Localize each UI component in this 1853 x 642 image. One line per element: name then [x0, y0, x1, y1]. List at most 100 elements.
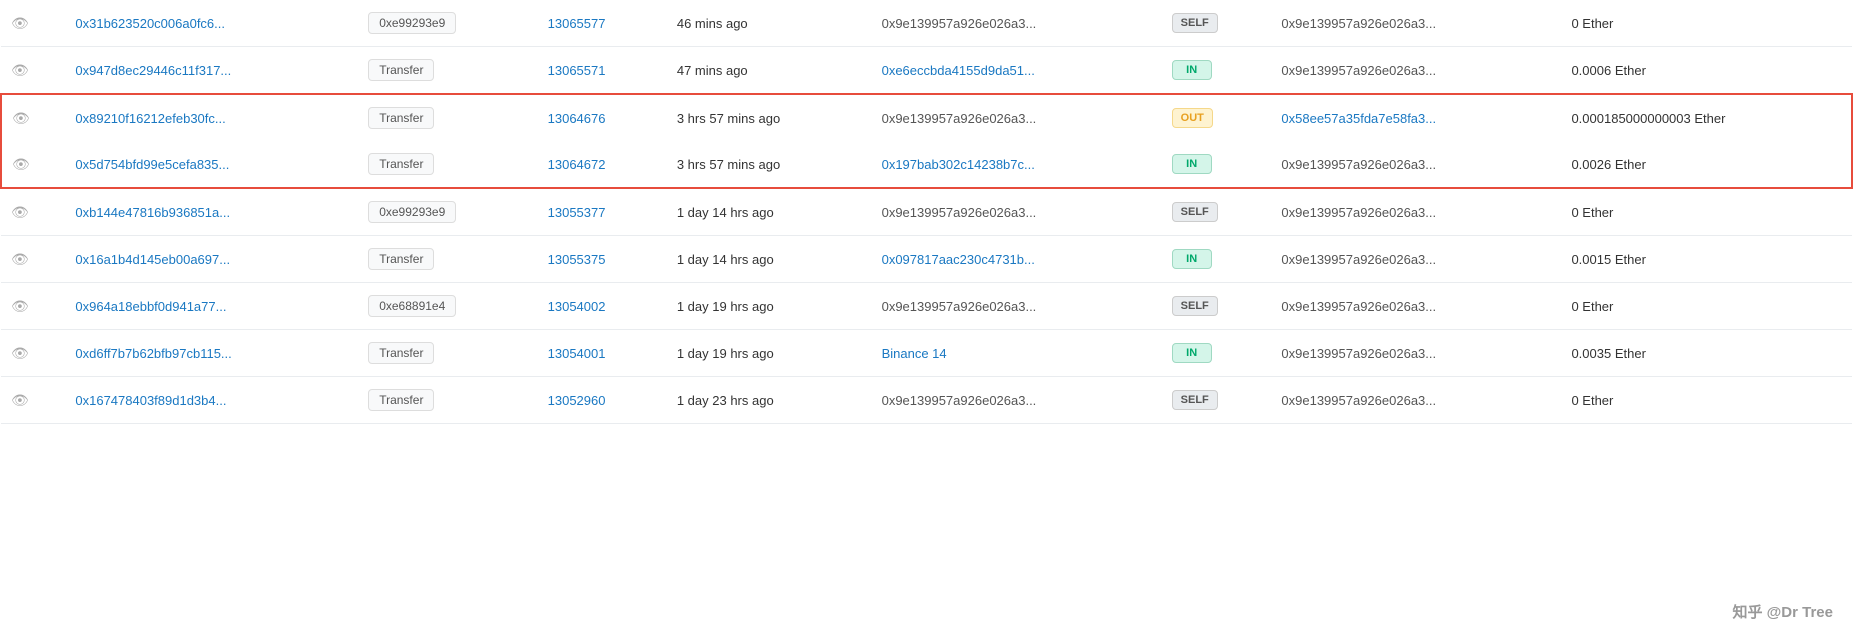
block-cell[interactable]: 13055375 [538, 236, 667, 283]
block-number[interactable]: 13054002 [548, 299, 606, 314]
age-text: 3 hrs 57 mins ago [677, 111, 780, 126]
from-address[interactable]: 0x097817aac230c4731b... [882, 252, 1035, 267]
block-cell[interactable]: 13065571 [538, 47, 667, 95]
to-address: 0x9e139957a926e026a3... [1281, 299, 1436, 314]
tx-hash-cell[interactable]: 0x947d8ec29446c11f317... [65, 47, 358, 95]
block-cell[interactable]: 13054002 [538, 283, 667, 330]
eye-icon[interactable]: 👁 [12, 110, 30, 126]
block-number[interactable]: 13052960 [548, 393, 606, 408]
direction-badge: SELF [1172, 202, 1218, 222]
eye-icon[interactable]: 👁 [12, 156, 30, 172]
value-text: 0.0006 Ether [1571, 63, 1645, 78]
tx-hash-link[interactable]: 0x5d754bfd99e5cefa835... [75, 157, 229, 172]
value-text: 0.0035 Ether [1571, 346, 1645, 361]
from-cell: 0x9e139957a926e026a3... [872, 283, 1162, 330]
tx-hash-cell[interactable]: 0x964a18ebbf0d941a77... [65, 283, 358, 330]
from-address[interactable]: 0x197bab302c14238b7c... [882, 157, 1035, 172]
value-cell: 0 Ether [1561, 0, 1852, 47]
direction-cell: SELF [1162, 377, 1272, 424]
eye-icon[interactable]: 👁 [11, 62, 29, 78]
eye-cell[interactable]: 👁 [1, 141, 65, 188]
tx-hash-link[interactable]: 0x964a18ebbf0d941a77... [75, 299, 226, 314]
tx-hash-cell[interactable]: 0x16a1b4d145eb00a697... [65, 236, 358, 283]
tx-hash-link[interactable]: 0x89210f16212efeb30fc... [75, 111, 225, 126]
block-cell[interactable]: 13064676 [538, 94, 667, 141]
eye-cell[interactable]: 👁 [1, 236, 65, 283]
eye-icon[interactable]: 👁 [11, 345, 29, 361]
eye-cell[interactable]: 👁 [1, 330, 65, 377]
tx-hash-link[interactable]: 0x947d8ec29446c11f317... [75, 63, 231, 78]
tx-hash-link[interactable]: 0x16a1b4d145eb00a697... [75, 252, 230, 267]
tx-hash-cell[interactable]: 0x167478403f89d1d3b4... [65, 377, 358, 424]
block-number[interactable]: 13064676 [548, 111, 606, 126]
direction-badge: SELF [1172, 390, 1218, 410]
age-cell: 46 mins ago [667, 0, 872, 47]
to-cell: 0x9e139957a926e026a3... [1271, 330, 1561, 377]
age-text: 1 day 23 hrs ago [677, 393, 774, 408]
eye-icon[interactable]: 👁 [11, 204, 29, 220]
tx-hash-link[interactable]: 0x167478403f89d1d3b4... [75, 393, 226, 408]
age-text: 1 day 14 hrs ago [677, 252, 774, 267]
age-text: 3 hrs 57 mins ago [677, 157, 780, 172]
block-cell[interactable]: 13052960 [538, 377, 667, 424]
method-badge: Transfer [368, 59, 434, 81]
watermark: 知乎 @Dr Tree [1733, 601, 1834, 622]
eye-cell[interactable]: 👁 [1, 283, 65, 330]
from-cell: 0x197bab302c14238b7c... [872, 141, 1162, 188]
eye-cell[interactable]: 👁 [1, 188, 65, 236]
eye-icon[interactable]: 👁 [11, 251, 29, 267]
block-cell[interactable]: 13064672 [538, 141, 667, 188]
block-number[interactable]: 13064672 [548, 157, 606, 172]
tx-hash-link[interactable]: 0xd6ff7b7b62bfb97cb115... [75, 346, 231, 361]
from-address: 0x9e139957a926e026a3... [882, 393, 1037, 408]
from-address[interactable]: 0xe6eccbda4155d9da51... [882, 63, 1035, 78]
value-cell: 0.0006 Ether [1561, 47, 1852, 95]
tx-hash-link[interactable]: 0x31b623520c006a0fc6... [75, 16, 225, 31]
block-cell[interactable]: 13065577 [538, 0, 667, 47]
tx-hash-link[interactable]: 0xb144e47816b936851a... [75, 205, 230, 220]
eye-icon[interactable]: 👁 [11, 298, 29, 314]
block-number[interactable]: 13055377 [548, 205, 606, 220]
table-row: 👁 0x16a1b4d145eb00a697... Transfer 13055… [1, 236, 1852, 283]
direction-cell: IN [1162, 236, 1272, 283]
tx-hash-cell[interactable]: 0xb144e47816b936851a... [65, 188, 358, 236]
to-address: 0x9e139957a926e026a3... [1281, 252, 1436, 267]
tx-hash-cell[interactable]: 0x5d754bfd99e5cefa835... [65, 141, 358, 188]
value-cell: 0.0015 Ether [1561, 236, 1852, 283]
method-badge: Transfer [368, 248, 434, 270]
method-cell: 0xe99293e9 [358, 0, 537, 47]
to-address[interactable]: 0x58ee57a35fda7e58fa3... [1281, 111, 1436, 126]
method-cell: Transfer [358, 141, 537, 188]
from-address[interactable]: Binance 14 [882, 346, 947, 361]
method-badge: Transfer [368, 342, 434, 364]
block-cell[interactable]: 13054001 [538, 330, 667, 377]
age-text: 46 mins ago [677, 16, 748, 31]
tx-hash-cell[interactable]: 0x89210f16212efeb30fc... [65, 94, 358, 141]
block-number[interactable]: 13054001 [548, 346, 606, 361]
value-text: 0 Ether [1571, 299, 1613, 314]
direction-badge: IN [1172, 249, 1212, 269]
to-address: 0x9e139957a926e026a3... [1281, 346, 1436, 361]
table-row: 👁 0x167478403f89d1d3b4... Transfer 13052… [1, 377, 1852, 424]
age-text: 1 day 19 hrs ago [677, 346, 774, 361]
tx-hash-cell[interactable]: 0x31b623520c006a0fc6... [65, 0, 358, 47]
eye-cell[interactable]: 👁 [1, 94, 65, 141]
block-number[interactable]: 13065577 [548, 16, 606, 31]
value-cell: 0.000185000000003 Ether [1561, 94, 1852, 141]
age-text: 1 day 19 hrs ago [677, 299, 774, 314]
tx-hash-cell[interactable]: 0xd6ff7b7b62bfb97cb115... [65, 330, 358, 377]
block-cell[interactable]: 13055377 [538, 188, 667, 236]
eye-icon[interactable]: 👁 [11, 392, 29, 408]
block-number[interactable]: 13065571 [548, 63, 606, 78]
eye-cell[interactable]: 👁 [1, 377, 65, 424]
eye-cell[interactable]: 👁 [1, 0, 65, 47]
table-row: 👁 0x964a18ebbf0d941a77... 0xe68891e4 130… [1, 283, 1852, 330]
block-number[interactable]: 13055375 [548, 252, 606, 267]
eye-cell[interactable]: 👁 [1, 47, 65, 95]
value-cell: 0 Ether [1561, 283, 1852, 330]
table-row: 👁 0x31b623520c006a0fc6... 0xe99293e9 130… [1, 0, 1852, 47]
direction-badge: OUT [1172, 108, 1213, 128]
to-address: 0x9e139957a926e026a3... [1281, 63, 1436, 78]
eye-icon[interactable]: 👁 [11, 15, 29, 31]
value-cell: 0.0026 Ether [1561, 141, 1852, 188]
